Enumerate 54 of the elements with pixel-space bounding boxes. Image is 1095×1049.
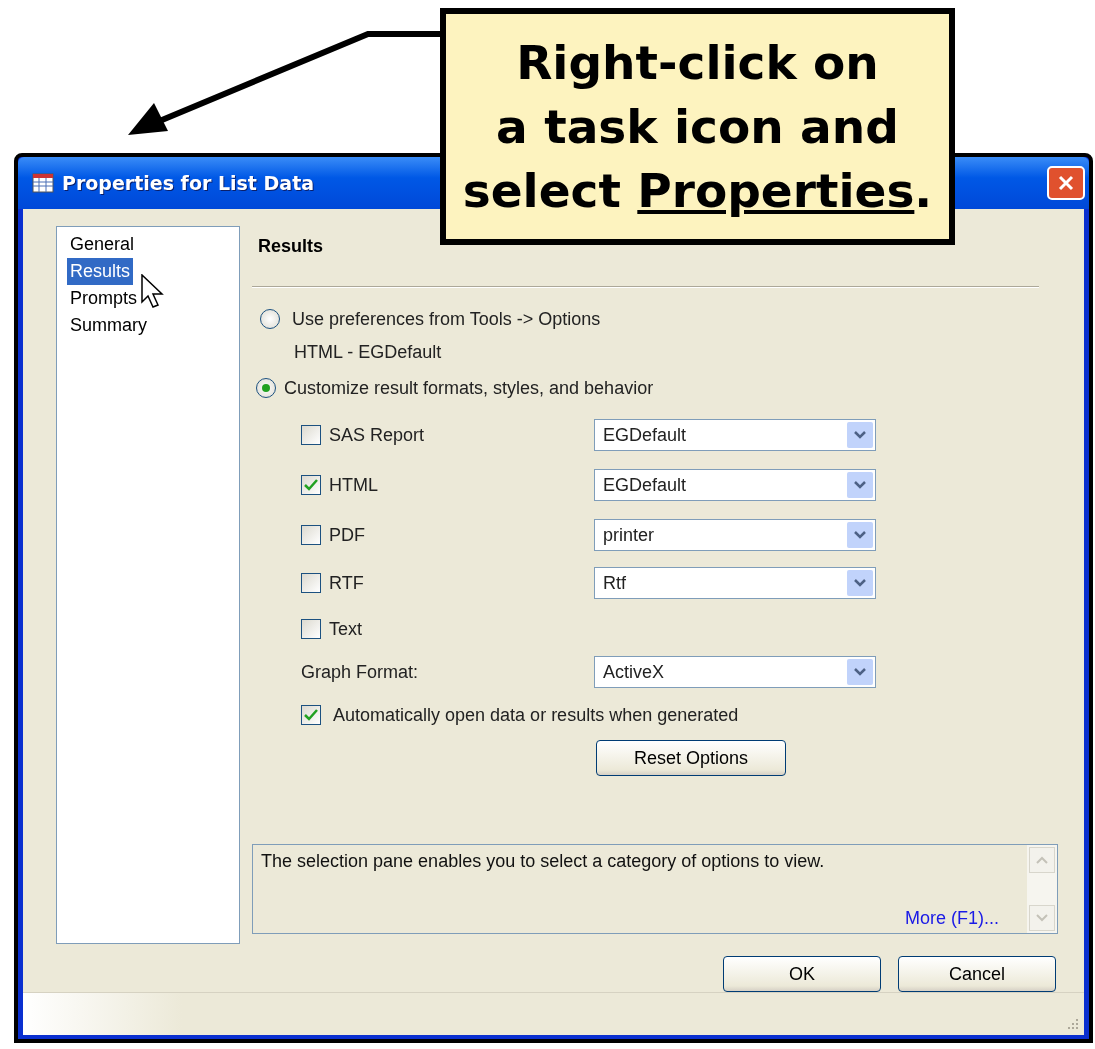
close-button[interactable] [1047, 166, 1085, 200]
scrollbar[interactable] [1027, 845, 1057, 933]
dropdown-button[interactable] [847, 570, 873, 596]
dropdown-button[interactable] [847, 659, 873, 685]
format-label: Text [329, 618, 362, 640]
chevron-down-icon [853, 530, 867, 540]
checkmark-icon [304, 479, 318, 491]
checkbox[interactable] [301, 705, 321, 725]
more-link[interactable]: More (F1)... [905, 908, 999, 929]
auto-open-label: Automatically open data or results when generated [333, 704, 739, 726]
style-dropdown[interactable]: EGDefault [594, 419, 876, 451]
option-label: Use preferences from Tools -> Options [292, 308, 601, 330]
window-title: Properties for List Data [62, 172, 315, 194]
chevron-down-icon [853, 578, 867, 588]
format-label: SAS Report [329, 424, 425, 446]
cursor-icon [141, 274, 165, 310]
graph-format-label: Graph Format: [301, 661, 419, 683]
checkmark-icon [304, 709, 318, 721]
format-label: RTF [329, 572, 364, 594]
category-item[interactable]: Summary [67, 312, 150, 339]
checkbox[interactable] [301, 475, 321, 495]
style-dropdown[interactable]: Rtf [594, 567, 876, 599]
dropdown-button[interactable] [847, 522, 873, 548]
chevron-down-icon [853, 480, 867, 490]
format-label: PDF [329, 524, 365, 546]
dialog-button[interactable]: Cancel [898, 956, 1056, 992]
radio-button[interactable] [260, 309, 280, 329]
dropdown-button[interactable] [847, 422, 873, 448]
checkbox[interactable] [301, 425, 321, 445]
callout-text: Right-click on a task icon and select Properties. [461, 33, 934, 220]
category-item[interactable]: General [67, 231, 138, 258]
category-item[interactable]: Results [67, 258, 134, 285]
style-dropdown[interactable]: EGDefault [594, 469, 876, 501]
radio-button[interactable] [256, 378, 276, 398]
checkbox[interactable] [301, 619, 321, 639]
scroll-down-icon [1036, 914, 1048, 922]
chevron-down-icon [853, 667, 867, 677]
section-heading: Results [257, 235, 325, 258]
table-icon [32, 173, 54, 193]
checkbox[interactable] [301, 525, 321, 545]
checkbox[interactable] [301, 573, 321, 593]
dialog-button[interactable]: OK [723, 956, 881, 992]
dropdown-button[interactable] [847, 472, 873, 498]
graph-format-dropdown[interactable]: ActiveX [594, 656, 876, 688]
style-dropdown[interactable]: printer [594, 519, 876, 551]
help-text: The selection pane enables you to select a category of options to view. [261, 851, 826, 872]
option-label: Customize result formats, styles, and behavior [284, 377, 654, 399]
reset-options-button[interactable]: Reset Options [596, 740, 786, 776]
format-label: HTML [329, 474, 378, 496]
category-item[interactable]: Prompts [67, 285, 141, 312]
close-icon [1057, 174, 1075, 192]
scroll-up-icon [1036, 856, 1048, 864]
chevron-down-icon [853, 430, 867, 440]
option-detail: HTML - EGDefault [294, 341, 442, 363]
